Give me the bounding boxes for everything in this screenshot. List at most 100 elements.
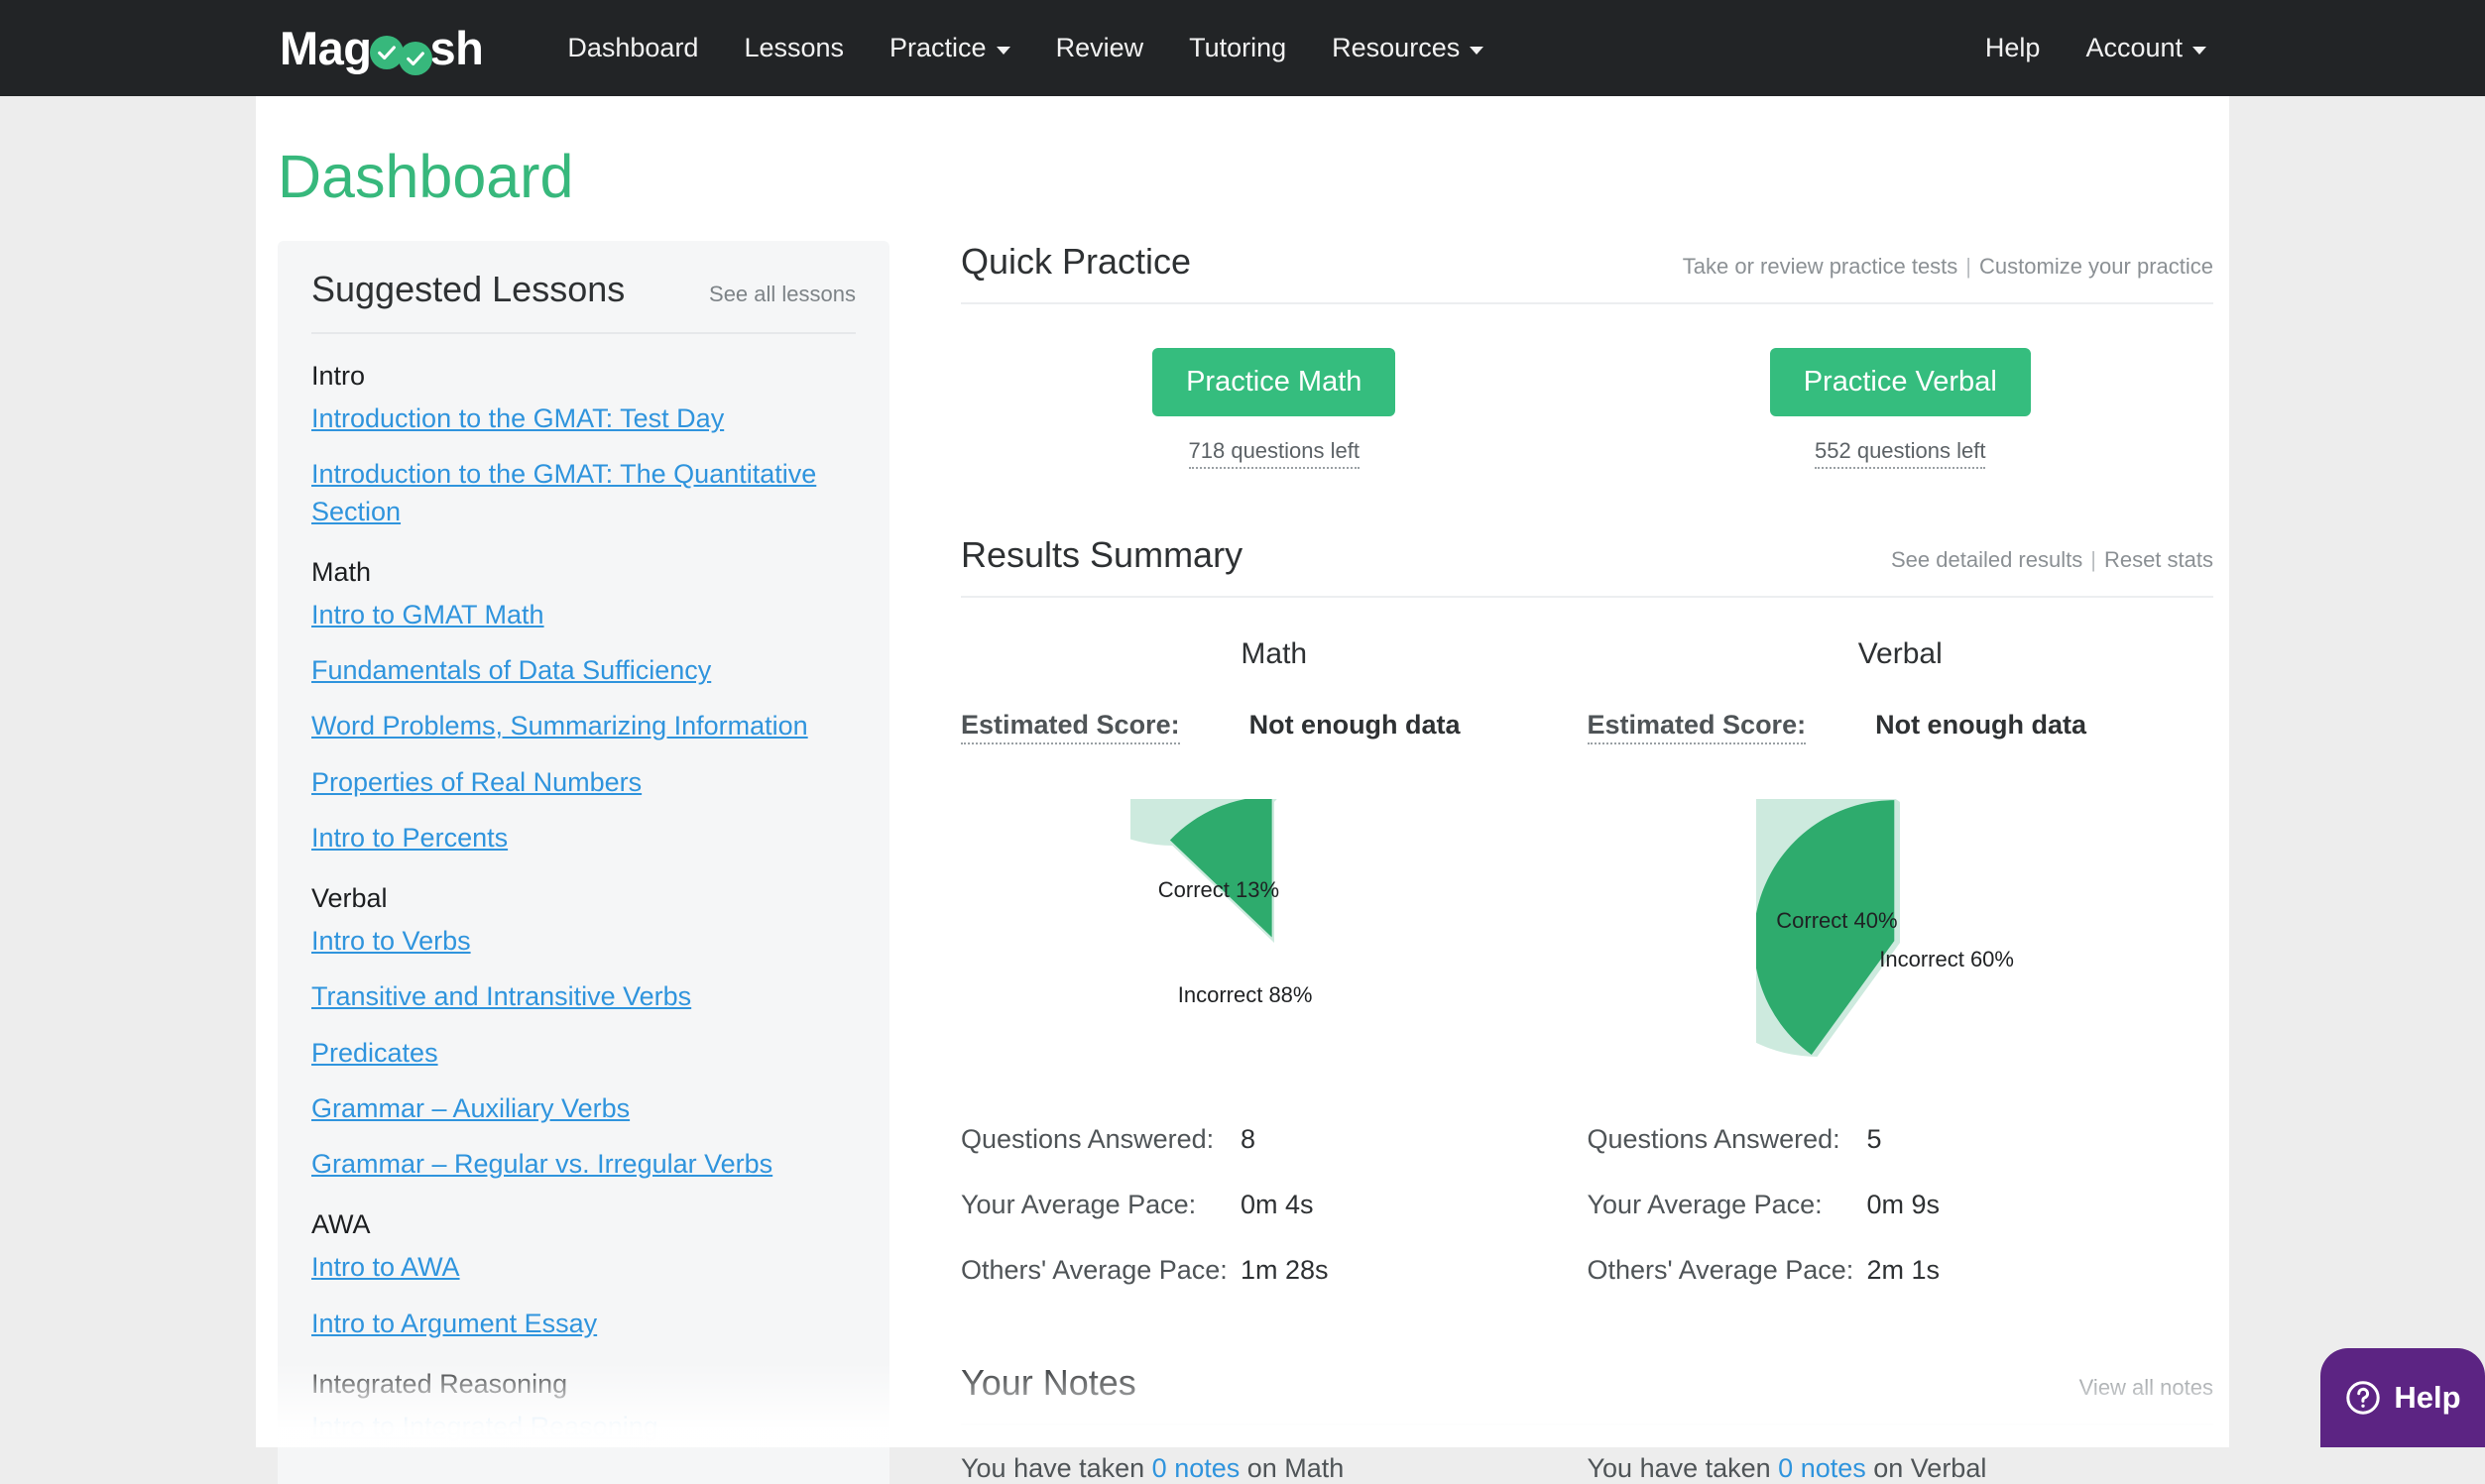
lesson-link[interactable]: Grammar – Auxiliary Verbs [311,1090,856,1127]
primary-nav: Dashboard Lessons Practice Review Tutori… [544,0,1506,96]
estimated-score-verbal: Estimated Score: Not enough data [1588,710,2214,744]
nav-label: Practice [889,0,987,96]
see-detailed-results-link[interactable]: See detailed results [1891,547,2082,573]
practice-verbal-button[interactable]: Practice Verbal [1770,348,2031,416]
lesson-group-title-integrated-reasoning: Integrated Reasoning [311,1369,856,1400]
nav-item-dashboard[interactable]: Dashboard [544,0,721,96]
nav-label: Account [2085,0,2183,96]
stat-label: Questions Answered: [961,1124,1241,1155]
lesson-link[interactable]: Introduction to the GMAT: The Quantitati… [311,456,856,530]
lesson-link[interactable]: Intro to Integrated Reasoning [311,1409,856,1445]
chevron-down-icon [2192,47,2206,55]
see-all-lessons-link[interactable]: See all lessons [709,282,856,307]
pie-chart-verbal-column: Correct 40% Incorrect 60% [1588,799,2214,1086]
nav-label: Resources [1332,0,1460,96]
page-title: Dashboard [256,96,2229,210]
stat-line: Your Average Pace: 0m 9s [1588,1190,2214,1220]
stat-label: Others' Average Pace: [1588,1255,1867,1286]
quick-practice-title: Quick Practice [961,241,1191,283]
quick-practice-section: Quick Practice Take or review practice t… [961,241,2213,469]
notes-summary-verbal: You have taken 0 notes on Verbal [1588,1453,2214,1484]
estimated-score-math: Estimated Score: Not enough data [961,710,1588,744]
results-stats-row: Questions Answered: 8 Your Average Pace:… [961,1124,2213,1320]
pie-charts-row: Correct 13% Incorrect 88% Correct 40% In… [961,799,2213,1086]
lesson-link[interactable]: Properties of Real Numbers [311,764,856,801]
nav-label: Lessons [744,0,844,96]
quick-practice-header: Quick Practice Take or review practice t… [961,241,2213,304]
page-container: Dashboard Suggested Lessons See all less… [256,96,2229,1447]
customize-your-practice-link[interactable]: Customize your practice [1979,254,2213,280]
practice-math-button[interactable]: Practice Math [1152,348,1395,416]
lesson-link[interactable]: Intro to GMAT Math [311,597,856,633]
take-review-practice-tests-link[interactable]: Take or review practice tests [1683,254,1958,280]
lesson-group-title-verbal: Verbal [311,883,856,914]
nav-label: Help [1985,0,2041,96]
notes-suffix: on Math [1240,1453,1344,1483]
nav-item-account[interactable]: Account [2063,0,2229,96]
nav-item-tutoring[interactable]: Tutoring [1166,0,1309,96]
nav-item-practice[interactable]: Practice [867,0,1033,96]
logo-text-prefix: Mag [280,25,372,71]
stat-line: Others' Average Pace: 1m 28s [961,1255,1588,1286]
verbal-questions-left: 552 questions left [1815,438,1985,469]
math-questions-left: 718 questions left [1189,438,1360,469]
lesson-group-title-intro: Intro [311,361,856,392]
lesson-link[interactable]: Word Problems, Summarizing Information [311,708,856,744]
lesson-link[interactable]: Intro to Percents [311,820,856,856]
stat-value: 1m 28s [1241,1255,1329,1286]
secondary-nav: Help Account [1962,0,2229,96]
notes-prefix: You have taken [961,1453,1152,1483]
main-column: Quick Practice Take or review practice t… [889,241,2229,1484]
stat-line: Questions Answered: 5 [1588,1124,2214,1155]
your-notes-header: Your Notes View all notes [961,1362,2213,1426]
notes-summary-math: You have taken 0 notes on Math [961,1453,1588,1484]
magoosh-logo[interactable]: Mag sh [280,25,483,71]
stat-label: Questions Answered: [1588,1124,1867,1155]
pie-chart-verbal: Correct 40% Incorrect 60% [1756,799,2044,1086]
help-widget-label: Help [2394,1380,2460,1416]
lesson-link[interactable]: Grammar – Regular vs. Irregular Verbs [311,1146,856,1183]
view-all-notes-link[interactable]: View all notes [2079,1375,2213,1401]
lesson-link[interactable]: Introduction to the GMAT: Test Day [311,400,856,437]
stat-value: 5 [1867,1124,1882,1155]
stat-value: 8 [1241,1124,1255,1155]
reset-stats-link[interactable]: Reset stats [2104,547,2213,573]
estimated-score-row: Estimated Score: Not enough data Estimat… [961,710,2213,744]
lesson-link[interactable]: Intro to Argument Essay [311,1306,856,1342]
stat-label: Your Average Pace: [1588,1190,1867,1220]
lesson-link[interactable]: Transitive and Intransitive Verbs [311,978,856,1015]
stat-value: 0m 4s [1241,1190,1314,1220]
nav-item-lessons[interactable]: Lessons [721,0,867,96]
nav-item-resources[interactable]: Resources [1309,0,1506,96]
stat-label: Others' Average Pace: [961,1255,1241,1286]
top-navbar: Mag sh Dashboard Lessons Practice [0,0,2485,96]
your-notes-body: You have taken 0 notes on Math You have … [961,1453,2213,1484]
results-column-headers: Math Verbal [961,637,2213,671]
estimated-score-label: Estimated Score: [1588,710,1807,744]
nav-label: Dashboard [567,0,698,96]
suggested-lessons-header: Suggested Lessons See all lessons [311,269,856,334]
nav-item-review[interactable]: Review [1033,0,1167,96]
logo-text-suffix: sh [430,25,484,71]
lesson-link[interactable]: Fundamentals of Data Sufficiency [311,652,856,689]
notes-prefix: You have taken [1588,1453,1779,1483]
notes-count-link[interactable]: 0 notes [1778,1453,1866,1483]
lesson-link[interactable]: Predicates [311,1035,856,1072]
pie-chart-math-column: Correct 13% Incorrect 88% [961,799,1588,1086]
nav-item-help[interactable]: Help [1962,0,2064,96]
practice-buttons-row: Practice Math 718 questions left Practic… [961,348,2213,469]
stat-line: Questions Answered: 8 [961,1124,1588,1155]
estimated-score-value: Not enough data [1875,710,2086,741]
results-summary-section: Results Summary See detailed results | R… [961,534,2213,1320]
stat-value: 2m 1s [1867,1255,1941,1286]
lesson-link[interactable]: Intro to Verbs [311,923,856,960]
your-notes-links: View all notes [2079,1375,2213,1401]
help-widget-button[interactable]: Help [2320,1348,2485,1447]
notes-count-link[interactable]: 0 notes [1152,1453,1241,1483]
chevron-down-icon [1470,47,1483,55]
nav-label: Review [1056,0,1144,96]
lesson-link[interactable]: Intro to AWA [311,1249,856,1286]
results-stats-verbal: Questions Answered: 5 Your Average Pace:… [1588,1124,2214,1320]
lesson-group-title-math: Math [311,557,856,588]
stat-line: Others' Average Pace: 2m 1s [1588,1255,2214,1286]
